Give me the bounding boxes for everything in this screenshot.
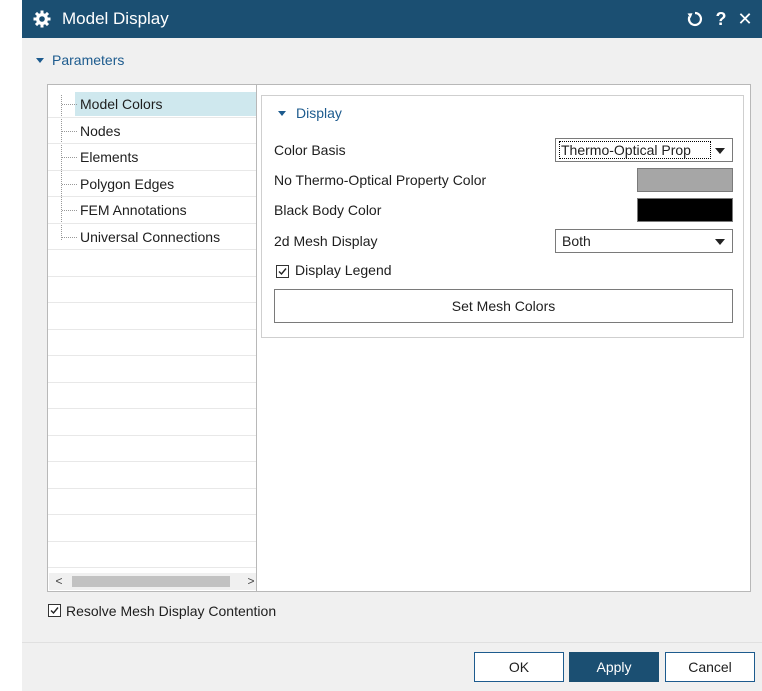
- chevron-down-icon: [278, 110, 286, 116]
- tree-item-label: Nodes: [80, 122, 121, 139]
- black-body-color-label: Black Body Color: [274, 202, 382, 218]
- tree-item-universal-connections[interactable]: Universal Connections: [48, 224, 262, 250]
- mesh-display-value: Both: [562, 233, 591, 249]
- scrollbar-thumb[interactable]: [72, 576, 230, 587]
- tree-item-nodes[interactable]: Nodes: [48, 118, 262, 144]
- parameters-label: Parameters: [52, 52, 125, 68]
- tree-item-label: Polygon Edges: [80, 175, 175, 192]
- tree-empty-row: [48, 436, 262, 462]
- tree-item-label: Elements: [80, 149, 139, 165]
- tree-empty-row: [48, 489, 262, 515]
- tree-item-elements[interactable]: Elements: [48, 144, 262, 171]
- no-thermo-color-label: No Thermo-Optical Property Color: [274, 172, 487, 188]
- tree-empty-row: [48, 542, 262, 568]
- help-button[interactable]: ?: [710, 6, 732, 32]
- parameters-section-toggle[interactable]: Parameters: [36, 52, 124, 68]
- color-basis-value: Thermo-Optical Prop: [559, 141, 711, 159]
- apply-button[interactable]: Apply: [569, 652, 659, 682]
- tree-empty-row: [48, 515, 262, 542]
- scroll-left-arrow[interactable]: <: [51, 573, 67, 590]
- checkmark-icon: [50, 607, 59, 615]
- tree-item-label: FEM Annotations: [80, 202, 187, 218]
- close-button[interactable]: ✕: [734, 6, 756, 32]
- tree-empty-row: [48, 409, 262, 436]
- checkmark-icon: [278, 268, 287, 276]
- color-basis-select[interactable]: Thermo-Optical Prop: [555, 138, 733, 162]
- tree-item-label: Model Colors: [80, 96, 163, 112]
- display-title: Display: [296, 105, 342, 121]
- tree-empty-row: [48, 462, 262, 489]
- color-basis-label: Color Basis: [274, 142, 346, 158]
- set-mesh-colors-button[interactable]: Set Mesh Colors: [274, 289, 733, 323]
- title-bar[interactable]: Model Display ? ✕: [22, 0, 762, 38]
- display-group: Display Color Basis Thermo-Optical Prop …: [261, 95, 744, 338]
- tree-empty-row: [48, 356, 262, 383]
- tree-item-polygon-edges[interactable]: Polygon Edges: [48, 171, 262, 197]
- tree-empty-row: [48, 303, 262, 330]
- mesh-display-select[interactable]: Both: [555, 229, 733, 253]
- ok-button[interactable]: OK: [474, 652, 564, 682]
- tree-empty-row: [48, 277, 262, 303]
- chevron-down-icon: [715, 239, 725, 245]
- tree-empty-row: [48, 330, 262, 356]
- display-legend-label: Display Legend: [295, 262, 392, 278]
- no-thermo-color-swatch[interactable]: [637, 168, 733, 192]
- reset-icon: [687, 11, 703, 27]
- tree-horizontal-scrollbar[interactable]: < >: [49, 573, 261, 590]
- chevron-down-icon: [36, 57, 44, 63]
- gear-icon: [33, 10, 51, 28]
- display-legend-checkbox[interactable]: [276, 265, 289, 278]
- tree-empty-row: [48, 250, 262, 277]
- display-section-toggle[interactable]: Display: [278, 105, 342, 121]
- model-display-dialog: Model Display ? ✕ Parameters Model Color…: [22, 0, 762, 691]
- tree-item-fem-annotations[interactable]: FEM Annotations: [48, 197, 262, 224]
- cancel-button[interactable]: Cancel: [665, 652, 755, 682]
- settings-panel: Display Color Basis Thermo-Optical Prop …: [256, 84, 751, 592]
- resolve-contention-label: Resolve Mesh Display Contention: [66, 603, 277, 619]
- tree-item-model-colors[interactable]: Model Colors: [48, 91, 262, 118]
- tree-item-label: Universal Connections: [80, 228, 221, 245]
- tree-empty-row: [48, 383, 262, 409]
- resolve-contention-checkbox[interactable]: [48, 604, 61, 617]
- reset-button[interactable]: [684, 6, 706, 32]
- chevron-down-icon: [715, 148, 725, 154]
- window-title: Model Display: [62, 9, 169, 28]
- footer-divider: [22, 642, 762, 643]
- black-body-color-swatch[interactable]: [637, 198, 733, 222]
- category-tree[interactable]: Model Colors Nodes Elements Polygon Edge…: [47, 84, 263, 592]
- mesh-display-label: 2d Mesh Display: [274, 233, 378, 249]
